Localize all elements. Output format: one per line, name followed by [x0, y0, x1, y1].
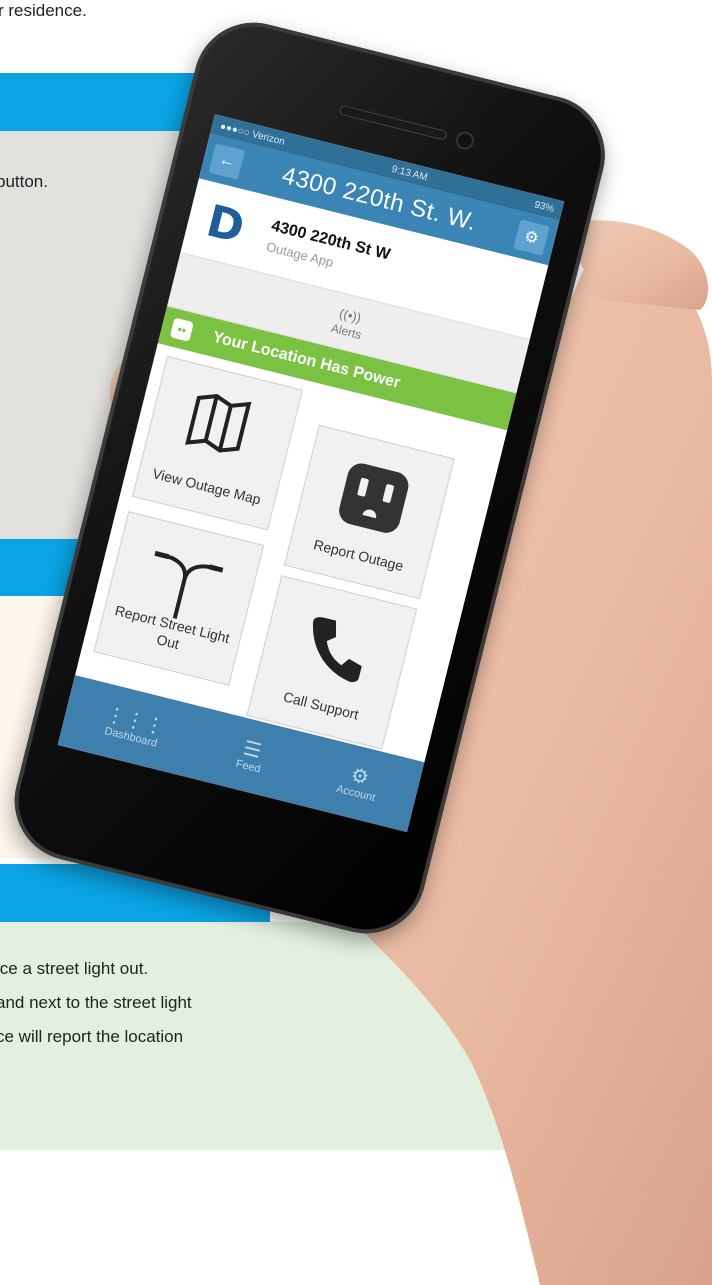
utility-logo-icon: D: [201, 194, 250, 254]
plug-icon: ▪▪: [169, 317, 194, 342]
view-outage-map-label: View Outage Map: [150, 465, 263, 508]
report-outage-tile[interactable]: Report Outage: [283, 424, 455, 600]
back-button[interactable]: ←: [208, 143, 246, 180]
view-outage-map-tile[interactable]: View Outage Map: [131, 355, 303, 531]
report-outage-label: Report Outage: [312, 536, 406, 574]
speaker-grille: [338, 104, 448, 141]
call-support-label: Call Support: [281, 688, 361, 723]
front-camera: [454, 129, 476, 152]
tab-dashboard[interactable]: ⋮⋮⋮ Dashboard: [100, 703, 167, 751]
settings-button[interactable]: ⚙: [513, 219, 550, 256]
tab-feed[interactable]: ☰ Feed: [235, 737, 268, 775]
report-street-light-tile[interactable]: Report Street Light Out: [93, 511, 265, 686]
tab-account[interactable]: ⚙ Account: [335, 762, 382, 804]
outlet-icon: [339, 463, 409, 533]
phone-mockup: ●●●○○ Verizon 9:13 AM 93% ← 4300 220th S…: [1, 0, 712, 970]
gear-icon: ⚙: [522, 228, 541, 249]
back-arrow-icon: ←: [217, 150, 237, 172]
battery-level: 93%: [533, 198, 556, 215]
phone-icon: [313, 617, 362, 683]
map-icon: [185, 394, 252, 453]
